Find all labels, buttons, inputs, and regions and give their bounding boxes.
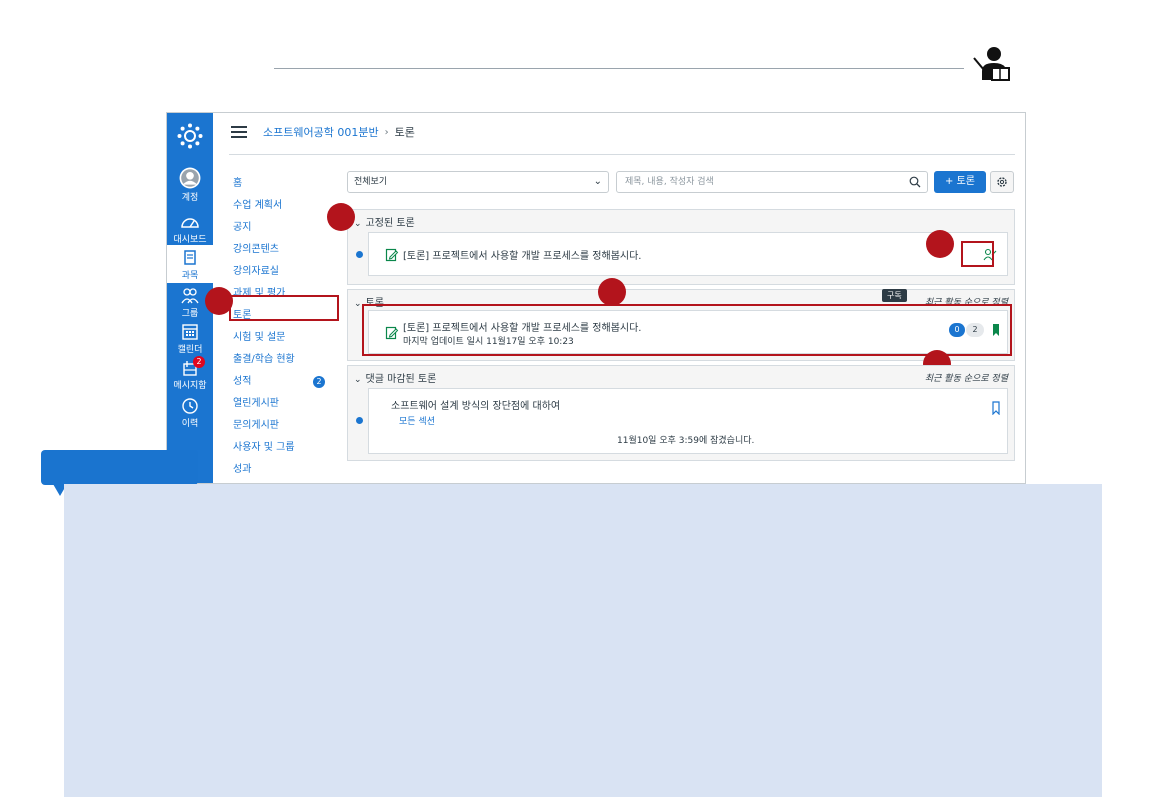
- page: 계정 대시보드 과목 그룹 캘린더 2 메시지함 이력 소프트웨어공학 001분…: [0, 0, 1170, 810]
- highlight-box-publish: [961, 241, 994, 267]
- course-nav-quizzes[interactable]: 시험 및 설문: [233, 327, 343, 349]
- course-nav-grades-label: 성적: [233, 376, 252, 387]
- note-panel: [64, 484, 1102, 797]
- course-nav-materials[interactable]: 강의자료실: [233, 261, 343, 283]
- gnav-groups-label: 그룹: [181, 309, 199, 319]
- grades-badge: 2: [313, 376, 325, 388]
- teacher-lectern-icon: [973, 47, 1010, 81]
- discussion-topic-icon: [385, 248, 399, 262]
- canvas-logo-icon[interactable]: [177, 123, 203, 149]
- bookmark-icon[interactable]: [991, 401, 1001, 415]
- gnav-calendar[interactable]: 캘린더: [167, 323, 213, 355]
- canvas-screenshot: 계정 대시보드 과목 그룹 캘린더 2 메시지함 이력 소프트웨어공학 001분…: [166, 112, 1026, 484]
- closed-section-title: 댓글 마감된 토론: [365, 374, 437, 385]
- hamburger-menu-icon[interactable]: [231, 126, 247, 138]
- add-discussion-button[interactable]: + 토론: [934, 171, 986, 193]
- highlight-box-topic: [362, 304, 1012, 356]
- discussions-section: ⌄ 토론 최근 활동 순으로 정렬 구독 [토론] 프로젝트에서 사용할 개발 프…: [347, 278, 1015, 378]
- pinned-section-header[interactable]: ⌄ 고정된 토론: [354, 214, 415, 229]
- gnav-dashboard[interactable]: 대시보드: [167, 213, 213, 245]
- chevron-down-icon: ⌄: [354, 299, 362, 309]
- gnav-history[interactable]: 이력: [167, 397, 213, 429]
- breadcrumb: 소프트웨어공학 001분반 › 토론: [231, 121, 415, 143]
- history-clock-icon: [182, 398, 198, 414]
- gnav-account-label: 계정: [181, 193, 199, 203]
- course-nav-contents[interactable]: 강의콘텐츠: [233, 239, 343, 261]
- course-nav-attendance[interactable]: 출결/학습 현황: [233, 349, 343, 371]
- pinned-topic-row[interactable]: [토론] 프로젝트에서 사용할 개발 프로세스를 정해봅시다.: [356, 232, 1008, 276]
- unread-indicator: [356, 417, 363, 424]
- closed-topic-title[interactable]: 소프트웨어 설계 방식의 장단점에 대하여: [391, 397, 560, 412]
- settings-button[interactable]: [990, 171, 1014, 193]
- filter-select-value: 전체보기: [354, 177, 388, 187]
- course-nav-grades[interactable]: 성적 2: [233, 371, 343, 393]
- closed-discussions-section: ⌄ 댓글 마감된 토론 최근 활동 순으로 정렬 소프트웨어 설계 방식의 장단점…: [347, 365, 1015, 461]
- course-nav-people[interactable]: 사용자 및 그룹: [233, 437, 343, 459]
- highlight-box-discussions-nav: [229, 295, 339, 321]
- course-nav-home[interactable]: 홈: [233, 173, 343, 195]
- gnav-courses[interactable]: 과목: [167, 245, 213, 283]
- header-divider: [274, 68, 964, 69]
- pinned-discussions-section: ⌄ 고정된 토론 [토론] 프로젝트에서 사용할 개발 프로세스를 정해봅시다.: [347, 209, 1015, 285]
- closed-sort-label: 최근 활동 순으로 정렬: [924, 374, 1008, 384]
- gnav-account[interactable]: 계정: [167, 167, 213, 203]
- callout-marker: [205, 287, 233, 315]
- callout-marker: [327, 203, 355, 231]
- gnav-dashboard-label: 대시보드: [173, 235, 207, 245]
- pinned-section-title: 고정된 토론: [365, 218, 415, 229]
- search-placeholder: 제목, 내용, 작성자 검색: [625, 177, 714, 187]
- course-nav-qna-board[interactable]: 문의게시판: [233, 415, 343, 437]
- course-nav-open-board[interactable]: 열린게시판: [233, 393, 343, 415]
- unread-indicator: [356, 251, 363, 258]
- closed-topic-section[interactable]: 모든 섹션: [399, 414, 435, 427]
- search-icon: [909, 176, 921, 188]
- account-avatar-icon: [179, 167, 201, 189]
- closed-section-header[interactable]: ⌄ 댓글 마감된 토론: [354, 370, 436, 385]
- gnav-history-label: 이력: [181, 419, 199, 429]
- closed-topic-locked: 11월10일 오후 3:59에 잠겼습니다.: [617, 436, 755, 446]
- breadcrumb-divider: [229, 154, 1015, 155]
- callout-marker: [926, 230, 954, 258]
- inbox-badge: 2: [193, 356, 205, 368]
- gnav-calendar-label: 캘린더: [177, 345, 203, 355]
- breadcrumb-current: 토론: [394, 126, 415, 139]
- gnav-inbox[interactable]: 2 메시지함: [167, 356, 213, 391]
- chevron-down-icon: ⌄: [354, 219, 362, 229]
- pinned-topic-title[interactable]: [토론] 프로젝트에서 사용할 개발 프로세스를 정해봅시다.: [403, 247, 641, 262]
- gear-icon: [997, 177, 1007, 187]
- breadcrumb-course-link[interactable]: 소프트웨어공학 001분반: [263, 124, 379, 140]
- discussion-toolbar: 전체보기 ⌄ 제목, 내용, 작성자 검색 + 토론: [347, 171, 1015, 195]
- search-input[interactable]: 제목, 내용, 작성자 검색: [616, 171, 928, 193]
- callout-marker: [598, 278, 626, 306]
- gnav-courses-label: 과목: [181, 271, 199, 281]
- calendar-icon: [182, 324, 198, 340]
- course-nav-outcomes[interactable]: 성과: [233, 459, 343, 481]
- courses-icon: [184, 250, 196, 265]
- chevron-down-icon: ⌄: [593, 176, 602, 187]
- subscribe-tooltip: 구독: [882, 289, 907, 302]
- breadcrumb-separator: ›: [384, 126, 389, 138]
- note-label-tab: [41, 450, 198, 485]
- filter-select[interactable]: 전체보기 ⌄: [347, 171, 609, 193]
- dashboard-icon: [181, 218, 199, 228]
- closed-topic-row[interactable]: 소프트웨어 설계 방식의 장단점에 대하여 모든 섹션 11월10일 오후 3:…: [356, 388, 1008, 454]
- groups-icon: [181, 288, 199, 304]
- chevron-down-icon: ⌄: [354, 375, 362, 385]
- gnav-inbox-label: 메시지함: [173, 381, 207, 391]
